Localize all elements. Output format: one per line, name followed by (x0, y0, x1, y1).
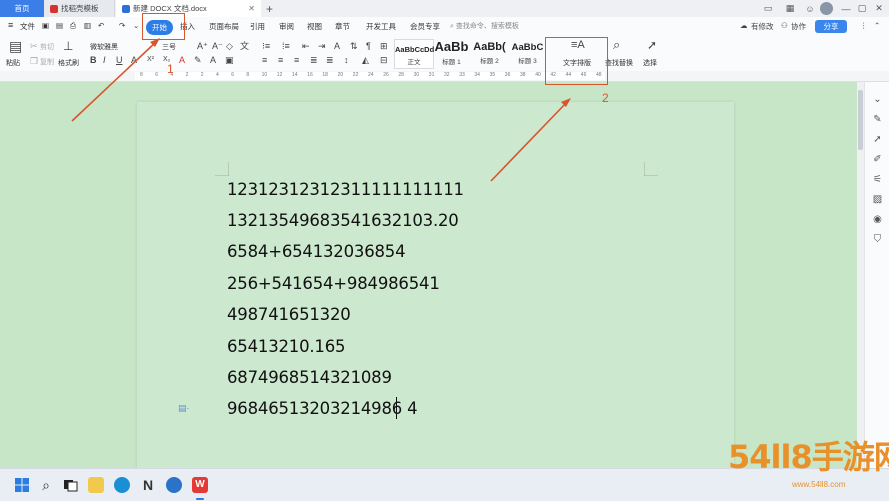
arrow-line-2 (490, 100, 569, 182)
annotation-arrows (71, 38, 571, 182)
watermark-url: www.54ll8.com (792, 480, 846, 489)
site-watermark: 54ll8手游网 www.54ll8.com (720, 428, 889, 500)
arrow-line-1 (71, 40, 158, 122)
watermark-logo-text: 54ll8手游网 (728, 438, 889, 476)
